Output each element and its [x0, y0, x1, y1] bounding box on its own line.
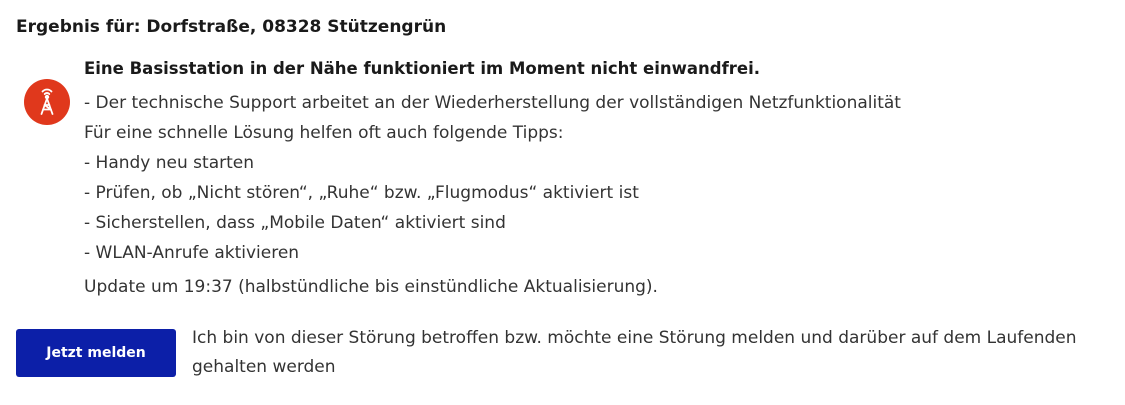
cell-tower-icon — [24, 79, 70, 125]
tip-line: - Handy neu starten — [84, 153, 255, 173]
detail-line: Für eine schnelle Lösung helfen oft auch… — [84, 123, 564, 143]
tip-line: - Prüfen, ob „Nicht stören“, „Ruhe“ bzw.… — [84, 183, 639, 203]
cell-tower-icon-graphic — [40, 88, 54, 115]
report-outage-button[interactable]: Jetzt melden — [16, 329, 176, 377]
outage-details: - Der technische Support arbeitet an der… — [84, 88, 1084, 268]
outage-message: Eine Basisstation in der Nähe funktionie… — [84, 58, 1084, 302]
tip-line: - WLAN-Anrufe aktivieren — [84, 243, 300, 263]
report-description: Ich bin von dieser Störung betroffen bzw… — [192, 328, 1077, 377]
result-title: Ergebnis für: Dorfstraße, 08328 Stützeng… — [16, 17, 447, 37]
tip-line: - Sicherstellen, dass „Mobile Daten“ akt… — [84, 213, 506, 233]
detail-line: - Der technische Support arbeitet an der… — [84, 93, 901, 113]
outage-headline: Eine Basisstation in der Nähe funktionie… — [84, 59, 761, 78]
update-timestamp: Update um 19:37 (halbstündliche bis eins… — [84, 277, 658, 297]
